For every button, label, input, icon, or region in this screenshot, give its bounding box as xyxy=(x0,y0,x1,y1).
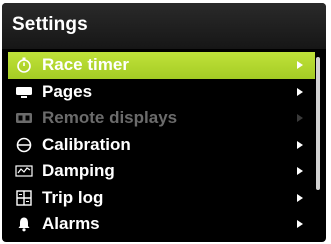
menu-item-label: Damping xyxy=(42,161,115,181)
remote-displays-icon xyxy=(14,109,34,127)
pages-icon xyxy=(14,83,34,101)
calibration-icon xyxy=(14,136,34,154)
scrollbar[interactable] xyxy=(316,57,320,190)
menu-item-damping[interactable]: Damping xyxy=(8,158,315,185)
settings-menu: Race timer Pages Remote displays Calibra… xyxy=(8,52,315,238)
menu-item-label: Trip log xyxy=(42,187,104,207)
menu-item-label: Calibration xyxy=(42,134,131,154)
menu-item-alarms[interactable]: Alarms xyxy=(8,211,315,238)
menu-item-label: Race timer xyxy=(42,55,129,75)
trip-log-icon xyxy=(14,189,34,207)
damping-icon xyxy=(14,162,34,180)
menu-item-remote-displays[interactable]: Remote displays xyxy=(8,105,315,132)
chevron-right-icon xyxy=(295,193,305,203)
bell-icon xyxy=(14,215,34,233)
settings-screen: Settings Race timer Pages Remote display… xyxy=(2,3,326,242)
stopwatch-icon xyxy=(14,56,34,74)
chevron-right-icon xyxy=(295,219,305,229)
menu-item-pages[interactable]: Pages xyxy=(8,79,315,106)
menu-item-label: Remote displays xyxy=(42,108,178,128)
menu-item-label: Alarms xyxy=(42,214,100,234)
menu-item-calibration[interactable]: Calibration xyxy=(8,132,315,159)
menu-item-trip-log[interactable]: Trip log xyxy=(8,185,315,212)
chevron-right-icon xyxy=(295,166,305,176)
chevron-right-icon xyxy=(295,113,305,123)
chevron-right-icon xyxy=(295,140,305,150)
page-title: Settings xyxy=(12,14,88,35)
menu-item-label: Pages xyxy=(42,81,93,101)
header-bar: Settings xyxy=(2,3,326,49)
menu-item-race-timer[interactable]: Race timer xyxy=(8,52,315,79)
chevron-right-icon xyxy=(295,87,305,97)
chevron-right-icon xyxy=(295,60,305,70)
